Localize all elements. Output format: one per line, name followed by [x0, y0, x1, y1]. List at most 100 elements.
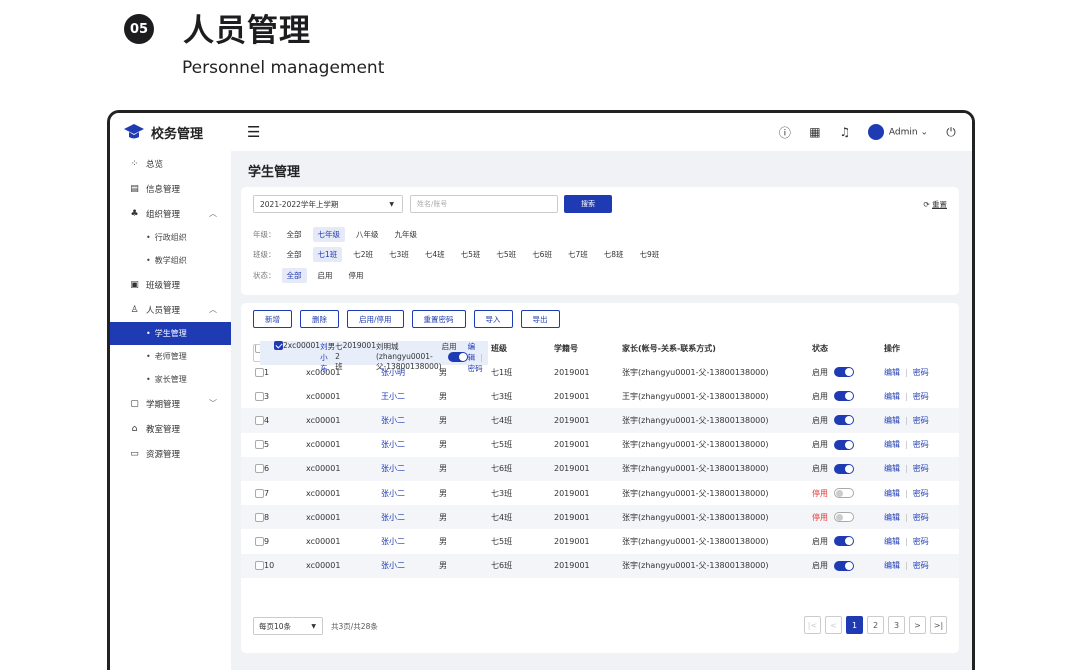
password-link[interactable]: 密码 — [468, 364, 483, 373]
class-option[interactable]: 七4班 — [420, 247, 450, 262]
row-select-cell[interactable] — [241, 505, 264, 530]
status-toggle[interactable] — [834, 536, 854, 547]
toggle-status-button[interactable]: 启用/停用 — [347, 310, 404, 328]
password-link[interactable]: 密码 — [913, 513, 929, 522]
status-toggle[interactable] — [834, 560, 854, 571]
row-select-cell[interactable] — [241, 456, 264, 481]
sidebar-item-overview[interactable]: ⁘ 总览 — [110, 151, 231, 176]
password-link[interactable]: 密码 — [913, 561, 929, 570]
status-toggle[interactable] — [834, 391, 854, 402]
class-option[interactable]: 七7班 — [563, 247, 593, 262]
password-link[interactable]: 密码 — [913, 440, 929, 449]
row-select-cell[interactable] — [241, 433, 264, 457]
cell-student-name[interactable]: 张小二 — [381, 529, 439, 553]
row-checkbox[interactable] — [255, 391, 264, 401]
reset-button[interactable]: ⟳ 重置 — [923, 199, 947, 210]
class-option[interactable]: 七3班 — [384, 247, 414, 262]
sidebar-subitem-admin-org[interactable]: • 行政组织 — [110, 226, 231, 249]
class-option[interactable]: 七1班 — [312, 247, 343, 262]
row-select-cell[interactable] — [241, 553, 264, 578]
cell-student-name[interactable]: 王小二 — [381, 384, 439, 408]
status-toggle[interactable] — [834, 512, 854, 523]
grade-option[interactable]: 九年级 — [390, 227, 423, 242]
table-row[interactable]: 9 xc00001 张小二男 七5班 2019001 张宇(zhangyu0001-父-1… — [241, 529, 959, 553]
class-option[interactable]: 七9班 — [635, 247, 665, 262]
edit-link[interactable]: 编辑 — [884, 464, 900, 473]
sidebar-item-org[interactable]: ♣ 组织管理 ︿ — [110, 201, 231, 226]
class-option[interactable]: 七5班 — [491, 247, 521, 262]
password-link[interactable]: 密码 — [913, 537, 929, 546]
cell-student-name[interactable]: 张小二 — [381, 553, 439, 578]
class-option[interactable]: 七8班 — [599, 247, 629, 262]
table-row[interactable]: 8 xc00001 张小二男七4班 2019001 张宇(zhangyu0001-父-1… — [241, 505, 959, 530]
row-checkbox[interactable] — [255, 512, 264, 522]
delete-button[interactable]: 删除 — [300, 310, 339, 328]
sidebar-item-info[interactable]: ▤ 信息管理 — [110, 176, 231, 201]
grade-option[interactable]: 八年级 — [351, 227, 384, 242]
grade-option[interactable]: 七年级 — [312, 227, 345, 242]
status-toggle[interactable] — [834, 439, 854, 450]
status-option[interactable]: 全部 — [281, 268, 307, 283]
sidebar-subitem-teachers[interactable]: • 老师管理 — [110, 345, 231, 368]
password-link[interactable]: 密码 — [913, 489, 929, 498]
edit-link[interactable]: 编辑 — [884, 440, 900, 449]
class-option[interactable]: 七6班 — [527, 247, 557, 262]
help-icon[interactable]: ⓘ — [778, 125, 792, 140]
row-checkbox[interactable] — [255, 464, 264, 474]
row-select-cell[interactable] — [241, 481, 264, 505]
sidebar-subitem-teach-org[interactable]: • 教学组织 — [110, 249, 231, 272]
class-option[interactable]: 七2班 — [348, 247, 378, 262]
row-checkbox[interactable] — [274, 341, 283, 351]
next-page-icon[interactable]: > — [909, 616, 926, 634]
sidebar-item-personnel[interactable]: ♙ 人员管理 ︿ — [110, 297, 231, 322]
bell-icon[interactable]: ♫ — [838, 125, 852, 139]
search-button[interactable]: 搜索 — [564, 195, 612, 213]
add-button[interactable]: 新增 — [253, 310, 292, 328]
calendar-icon[interactable]: ▦ — [808, 125, 822, 139]
status-toggle[interactable] — [834, 367, 854, 378]
power-icon[interactable]: ⏻ — [944, 125, 958, 139]
status-option[interactable]: 停用 — [344, 268, 369, 283]
status-toggle[interactable] — [834, 488, 854, 499]
row-checkbox[interactable] — [255, 440, 264, 450]
row-select-cell[interactable] — [241, 384, 264, 408]
edit-link[interactable]: 编辑 — [884, 368, 900, 377]
row-checkbox[interactable] — [255, 488, 264, 498]
row-checkbox[interactable] — [255, 415, 264, 425]
row-select-cell[interactable] — [260, 340, 283, 366]
password-link[interactable]: 密码 — [913, 368, 929, 377]
status-option[interactable]: 启用 — [313, 268, 338, 283]
password-link[interactable]: 密码 — [913, 416, 929, 425]
grade-option[interactable]: 全部 — [282, 227, 307, 242]
first-page-icon[interactable]: |< — [804, 616, 821, 634]
class-option[interactable]: 全部 — [282, 247, 307, 262]
row-checkbox[interactable] — [255, 561, 264, 571]
edit-link[interactable]: 编辑 — [884, 513, 900, 522]
reset-password-button[interactable]: 重置密码 — [411, 310, 466, 328]
password-link[interactable]: 密码 — [913, 392, 929, 401]
sidebar-item-semester[interactable]: ▢ 学期管理 ﹀ — [110, 391, 231, 416]
edit-link[interactable]: 编辑 — [468, 342, 476, 362]
edit-link[interactable]: 编辑 — [884, 537, 900, 546]
edit-link[interactable]: 编辑 — [884, 392, 900, 401]
row-checkbox[interactable] — [255, 536, 264, 546]
status-toggle[interactable] — [447, 351, 468, 362]
row-select-cell[interactable] — [241, 529, 264, 553]
last-page-icon[interactable]: >| — [930, 616, 947, 634]
password-link[interactable]: 密码 — [913, 464, 929, 473]
table-row[interactable]: 2 xc00001 刘小东男七2班 2019001 刘明城(zhangyu0001-父-… — [253, 340, 488, 373]
table-row[interactable]: 10 xc00001 张小二男七6班 2019001 张宇(zhangyu0001-父-… — [241, 553, 959, 578]
prev-page-icon[interactable]: < — [825, 616, 842, 634]
cell-student-name[interactable]: 张小二 — [381, 505, 439, 530]
table-row[interactable]: 5 xc00001 张小二男 七5班 2019001 张宇(zhangyu0001-父-1… — [241, 433, 959, 457]
table-row[interactable]: 6 xc00001 张小二男七6班 2019001 张宇(zhangyu0001-父-1… — [241, 456, 959, 481]
sidebar-item-classroom[interactable]: ⌂ 教室管理 — [110, 416, 231, 441]
status-toggle[interactable] — [834, 463, 854, 474]
cell-student-name[interactable]: 张小二 — [381, 433, 439, 457]
menu-toggle-icon[interactable]: ☰ — [247, 123, 260, 141]
cell-student-name[interactable]: 张小二 — [381, 456, 439, 481]
sidebar-item-resources[interactable]: ▭ 资源管理 — [110, 441, 231, 466]
app-logo[interactable]: 校务管理 — [110, 113, 231, 151]
semester-select[interactable]: 2021-2022学年上学期 ▼ — [253, 195, 403, 213]
edit-link[interactable]: 编辑 — [884, 416, 900, 425]
